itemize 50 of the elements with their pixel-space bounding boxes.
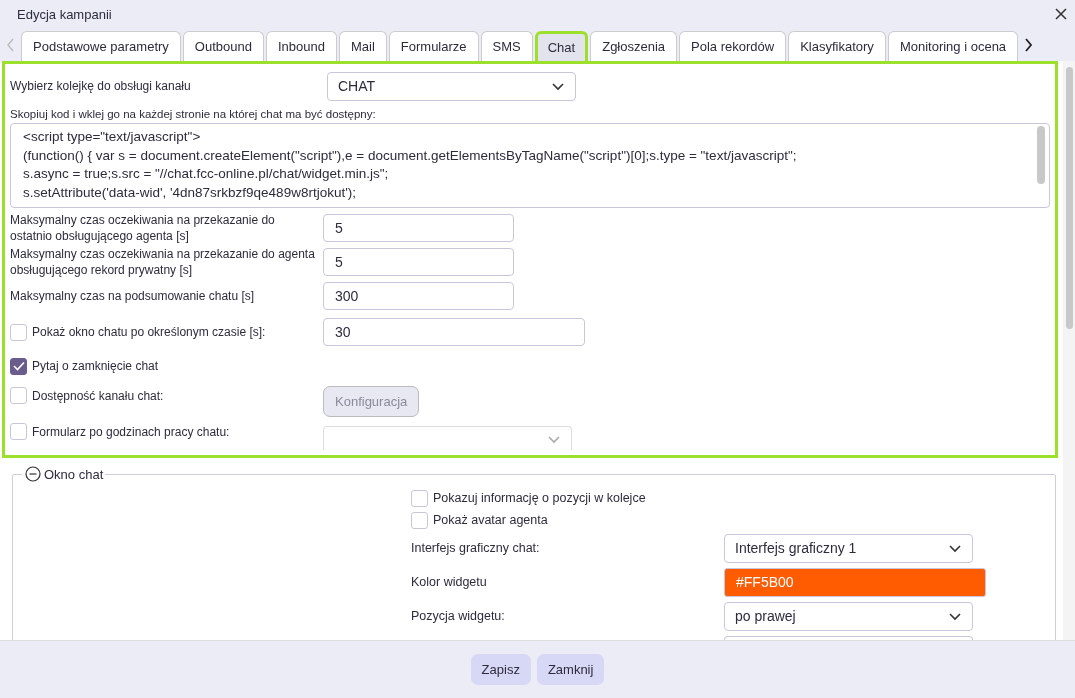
dropdown[interactable]: CHAT [327,71,576,101]
close-icon[interactable] [1054,7,1068,21]
footer-button[interactable]: Zamknij [536,654,605,685]
footer-button[interactable]: Zapisz [470,654,531,685]
scrollbar-thumb[interactable] [1065,67,1073,329]
checkbox-label: Pokazuj informację o pozycji w kolejce [432,491,646,505]
field-label: Maksymalny czas oczekiwania na przekazanie do ostatnio obsługującego agenta [s] [10,212,276,244]
chevron-left-icon[interactable] [6,37,16,52]
checkbox[interactable] [411,511,428,529]
tab[interactable]: Zgłoszenia [590,31,678,61]
field-label: Pozycja widgetu: [411,609,506,623]
input-field[interactable]: 5 [323,214,514,242]
field-label: Dostępność kanału chat: [31,387,165,404]
collapse-icon[interactable] [25,466,41,482]
tab[interactable]: Chat [534,31,589,61]
tab[interactable]: Podstawowe parametry [21,31,181,61]
checkbox[interactable] [10,357,27,375]
input-field[interactable]: 30 [323,318,585,346]
tab[interactable]: Outbound [182,31,264,61]
input-field[interactable]: 300 [323,282,514,310]
field-label: Interfejs graficzny chat: [411,541,541,555]
section-title: Okno chat [44,466,104,482]
chevron-down-icon [948,542,962,554]
scrollbar-thumb[interactable] [1037,126,1045,184]
chevron-right-icon[interactable] [1023,37,1034,52]
tab[interactable]: Pola rekordów [679,31,787,61]
tab[interactable]: Monitoring i ocena [887,31,1019,61]
tab[interactable]: Inbound [265,31,337,61]
tab[interactable]: Klasyfikatory [788,31,886,61]
window-title: Edycja kampanii [17,6,112,22]
input-field[interactable]: 5 [323,248,514,276]
checkbox[interactable] [411,489,428,507]
tab[interactable]: Formularze [388,31,479,61]
field-label: Pokaż okno chatu po określonym czasie [s]: [31,324,267,340]
field-label: Kolor widgetu [411,575,488,589]
field-label: Wybierz kolejkę do obsługi kanału [10,78,192,94]
chevron-down-icon [948,610,962,622]
field-label: Skopiuj kod i wklej go na każdej stronie na której chat ma być dostępny: [10,108,377,120]
field-label: Formularz po godzinach pracy chatu: [31,423,231,440]
code-textarea[interactable]: <script type="text/javascript"> (function() { var s = document.createElement("script"),e = document.getElementsByTagName("script")[0];s.type = "text/javascript"; s.async = true;s.src = "//chat.fcc-online.pl/chat/widget.min.js"; s.setAttribute('data-wid', '4dn87srkbzf9qe489w8rtjokut'); [10,123,1050,208]
tab[interactable]: SMS [480,31,533,61]
field-label: Maksymalny czas oczekiwania na przekazanie do agenta obsługującego rekord prywatny [s] [10,246,316,278]
tab[interactable]: Mail [338,31,387,61]
field-label: Maksymalny czas na podsumowanie chatu [s] [10,288,256,304]
checkbox[interactable] [10,323,27,341]
checkbox-label: Pokaż avatar agenta [432,513,548,527]
dropdown[interactable]: Interfejs graficzny 1 [724,533,973,563]
field-label: Pytaj o zamknięcie chat [31,358,160,374]
chevron-down-icon [551,80,565,92]
dropdown[interactable]: po prawej [724,601,973,631]
